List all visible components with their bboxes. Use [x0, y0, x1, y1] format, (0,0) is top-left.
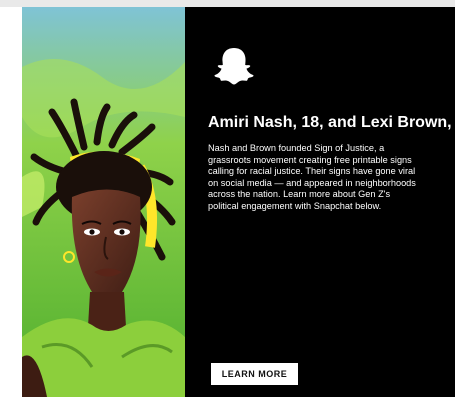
promo-content: Amiri Nash, 18, and Lexi Brown, 1 Nash a… — [208, 7, 455, 397]
top-bar — [0, 0, 455, 7]
description-line: across the nation. Learn more about Gen … — [208, 189, 391, 200]
page: Amiri Nash, 18, and Lexi Brown, 1 Nash a… — [0, 0, 455, 404]
snapchat-ghost-icon — [212, 45, 256, 89]
promo-description: Nash and Brown founded Sign of Justice, … — [208, 143, 455, 213]
promo-card: Amiri Nash, 18, and Lexi Brown, 1 Nash a… — [22, 7, 455, 397]
description-line: calling for racial justice. Their signs … — [208, 166, 416, 177]
learn-more-button[interactable]: LEARN MORE — [211, 363, 298, 385]
description-line: Nash and Brown founded Sign of Justice, … — [208, 143, 385, 153]
promo-headline: Amiri Nash, 18, and Lexi Brown, 1 — [208, 114, 455, 131]
description-line: political engagement with Snapchat below… — [208, 200, 382, 211]
description-line: on social media — and appeared in neighb… — [208, 177, 416, 188]
description-line: grassroots movement creating free printa… — [208, 154, 412, 165]
portrait-illustration — [22, 7, 185, 397]
